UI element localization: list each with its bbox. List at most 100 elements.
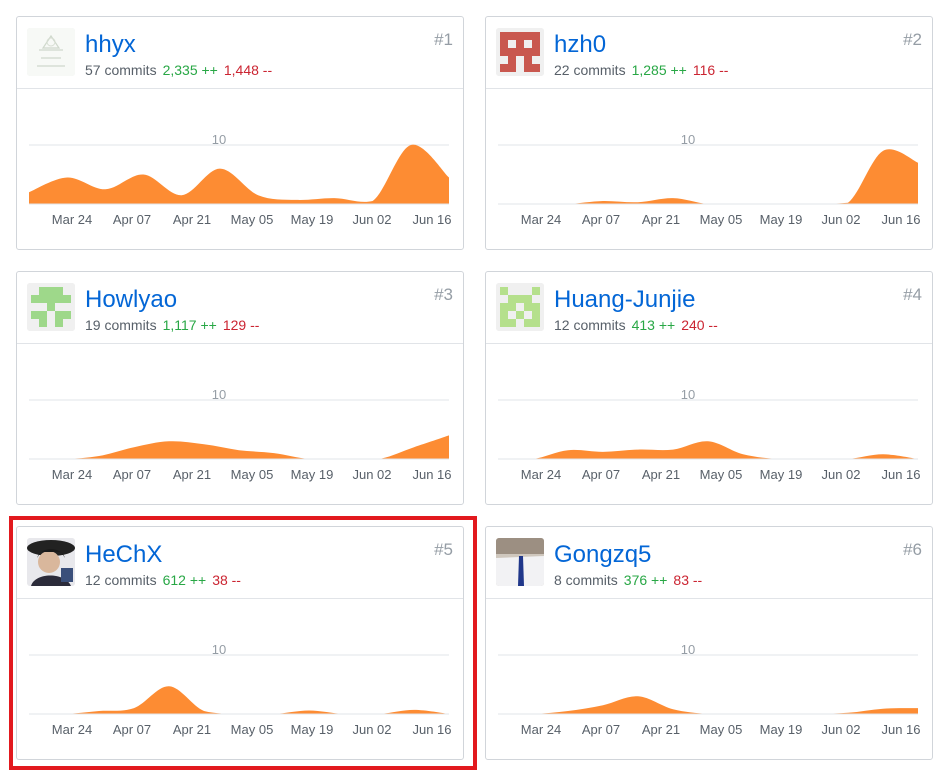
deletions-count: 1,448 -- [223, 62, 273, 78]
commit-count: 12 commits [85, 572, 157, 588]
contributor-username-link[interactable]: hzh0 [554, 31, 606, 59]
commit-area-series [29, 144, 449, 204]
x-tick-label: May 19 [291, 212, 334, 227]
deletions-count: 129 -- [222, 317, 260, 333]
commit-count: 12 commits [554, 317, 626, 333]
contributor-stats: 12 commits 413 ++ 240 -- [554, 316, 718, 334]
additions-count: 612 ++ [162, 572, 207, 588]
x-tick-label: Jun 02 [352, 722, 391, 737]
commit-count: 57 commits [85, 62, 157, 78]
contributor-card-4: Huang-Junjie 12 commits 413 ++ 240 -- #4 10 Ma… [485, 271, 933, 505]
contributor-username-link[interactable]: Howlyao [85, 286, 177, 314]
x-tick-label: Apr 21 [642, 212, 680, 227]
x-tick-label: Apr 21 [173, 212, 211, 227]
x-tick-label: Mar 24 [52, 467, 92, 482]
x-tick-label: Mar 24 [521, 467, 561, 482]
contributor-card-3: Howlyao 19 commits 1,117 ++ 129 -- #3 10 Mar 2… [16, 271, 464, 505]
x-tick-label: Jun 02 [821, 212, 860, 227]
commit-activity-chart: 10 Mar 24 Apr 07 Apr 21 May 05 May 19 Jun 02 Ju… [29, 387, 452, 482]
x-tick-label: Apr 21 [173, 722, 211, 737]
x-tick-label: Mar 24 [521, 212, 561, 227]
x-tick-label: May 19 [760, 467, 803, 482]
commit-count: 19 commits [85, 317, 157, 333]
commit-count: 22 commits [554, 62, 626, 78]
x-tick-label: Jun 02 [821, 722, 860, 737]
x-tick-label: Apr 07 [582, 467, 620, 482]
card-header: Gongzq5 8 commits 376 ++ 83 -- #6 [486, 527, 932, 599]
x-tick-label: Jun 02 [821, 467, 860, 482]
commit-area-series [498, 441, 918, 459]
x-tick-label: Jun 16 [412, 467, 451, 482]
x-tick-label: May 19 [760, 212, 803, 227]
contributor-rank: #3 [434, 285, 453, 304]
identicon-red-icon[interactable] [496, 28, 544, 76]
additions-count: 376 ++ [623, 572, 668, 588]
x-tick-label: May 05 [700, 212, 743, 227]
y-tick-label: 10 [212, 642, 226, 657]
identicon-lightgreen-icon[interactable] [496, 283, 544, 331]
contributor-stats: 22 commits 1,285 ++ 116 -- [554, 61, 728, 79]
contributor-card-1: hhyx 57 commits 2,335 ++ 1,448 -- #1 10 Mar 24… [16, 16, 464, 250]
contributor-username-link[interactable]: hhyx [85, 31, 136, 59]
x-tick-label: Apr 07 [113, 467, 151, 482]
x-tick-label: Jun 02 [352, 467, 391, 482]
photo-avatar-icon[interactable] [27, 538, 75, 586]
photo-avatar-tie-icon[interactable] [496, 538, 544, 586]
contributor-stats: 8 commits 376 ++ 83 -- [554, 571, 702, 589]
commit-area-series [498, 149, 918, 204]
x-tick-label: Apr 21 [642, 467, 680, 482]
x-tick-label: Apr 21 [642, 722, 680, 737]
contributor-rank: #5 [434, 540, 453, 559]
contributor-stats: 57 commits 2,335 ++ 1,448 -- [85, 61, 272, 79]
additions-count: 2,335 ++ [162, 62, 218, 78]
x-tick-label: Jun 16 [881, 467, 920, 482]
contributor-card-2: hzh0 22 commits 1,285 ++ 116 -- #2 10 Mar 24 Ap… [485, 16, 933, 250]
commit-activity-chart: 10 Mar 24 Apr 07 Apr 21 May 05 May 19 Jun 02 Ju… [29, 642, 452, 737]
contributor-rank: #2 [903, 30, 922, 49]
commit-activity-chart: 10 Mar 24 Apr 07 Apr 21 May 05 May 19 Jun 02 Ju… [498, 642, 921, 737]
x-tick-label: Mar 24 [521, 722, 561, 737]
commit-area-series [29, 686, 449, 714]
x-tick-label: May 19 [760, 722, 803, 737]
x-tick-label: May 05 [231, 467, 274, 482]
x-tick-label: Apr 07 [582, 212, 620, 227]
card-header: HeChX 12 commits 612 ++ 38 -- #5 [17, 527, 463, 599]
deletions-count: 116 -- [692, 62, 729, 78]
identicon-green-icon[interactable] [27, 283, 75, 331]
y-tick-label: 10 [212, 132, 226, 147]
x-tick-label: Apr 07 [113, 212, 151, 227]
x-tick-label: Jun 16 [412, 722, 451, 737]
contributor-rank: #6 [903, 540, 922, 559]
contributor-rank: #1 [434, 30, 453, 49]
card-header: Huang-Junjie 12 commits 413 ++ 240 -- #4 [486, 272, 932, 344]
x-tick-label: May 19 [291, 722, 334, 737]
commit-activity-chart: 10 Mar 24 Apr 07 Apr 21 May 05 May 19 Jun 02 Ju… [498, 132, 921, 227]
x-tick-label: Mar 24 [52, 212, 92, 227]
x-tick-label: Apr 21 [173, 467, 211, 482]
x-tick-label: Apr 07 [582, 722, 620, 737]
contributor-username-link[interactable]: HeChX [85, 541, 162, 569]
x-tick-label: May 05 [700, 467, 743, 482]
deletions-count: 240 -- [681, 317, 718, 333]
x-tick-label: May 05 [231, 722, 274, 737]
y-tick-label: 10 [681, 132, 695, 147]
x-tick-label: Jun 16 [881, 722, 920, 737]
commit-area-series [498, 696, 918, 714]
sketch-avatar-icon[interactable] [27, 28, 75, 76]
deletions-count: 38 -- [212, 572, 241, 588]
y-tick-label: 10 [681, 642, 695, 657]
x-tick-label: May 05 [700, 722, 743, 737]
y-tick-label: 10 [212, 387, 226, 402]
x-tick-label: Mar 24 [52, 722, 92, 737]
contributor-card-5: HeChX 12 commits 612 ++ 38 -- #5 10 Mar 24 Apr … [16, 526, 464, 760]
x-tick-label: Jun 16 [412, 212, 451, 227]
card-header: Howlyao 19 commits 1,117 ++ 129 -- #3 [17, 272, 463, 344]
x-tick-label: Apr 07 [113, 722, 151, 737]
additions-count: 1,117 ++ [162, 317, 217, 333]
x-tick-label: Jun 16 [881, 212, 920, 227]
card-header: hhyx 57 commits 2,335 ++ 1,448 -- #1 [17, 17, 463, 89]
contributor-username-link[interactable]: Gongzq5 [554, 541, 651, 569]
contributor-username-link[interactable]: Huang-Junjie [554, 286, 695, 314]
additions-count: 1,285 ++ [631, 62, 687, 78]
y-tick-label: 10 [681, 387, 695, 402]
